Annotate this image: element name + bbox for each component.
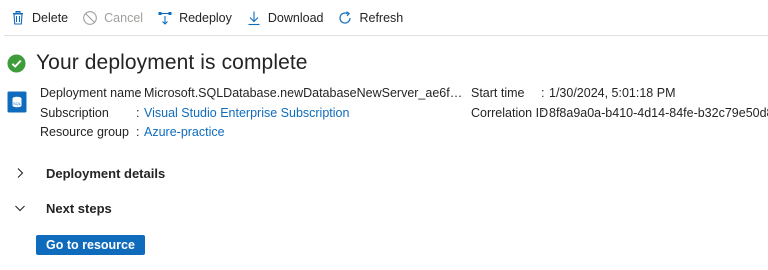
- deployment-name-value: Microsoft.SQLDatabase.newDatabaseNewServ…: [144, 86, 466, 100]
- refresh-icon: [337, 10, 353, 26]
- prop-row-correlation-id: Correlation ID : 8f8a9a0a-b410-4d14-84fe…: [471, 104, 768, 124]
- download-button[interactable]: Download: [246, 4, 324, 32]
- chevron-right-icon: [14, 167, 26, 179]
- refresh-button[interactable]: Refresh: [337, 4, 403, 32]
- start-time-value: 1/30/2024, 5:01:18 PM: [549, 86, 676, 100]
- deployment-properties-right: Start time : 1/30/2024, 5:01:18 PM Corre…: [471, 84, 768, 123]
- chevron-down-icon: [14, 202, 26, 214]
- redeploy-icon: [157, 10, 173, 26]
- prop-row-deployment-name: Deployment name : Microsoft.SQLDatabase.…: [40, 84, 466, 104]
- download-button-label: Download: [267, 11, 324, 25]
- delete-button[interactable]: Delete: [10, 4, 68, 32]
- subscription-link[interactable]: Visual Studio Enterprise Subscription: [144, 104, 349, 124]
- go-to-resource-button[interactable]: Go to resource: [36, 235, 145, 255]
- separator: :: [541, 105, 545, 120]
- separator: :: [136, 86, 140, 100]
- subscription-label: Subscription: [40, 105, 109, 120]
- resource-group-link[interactable]: Azure-practice: [144, 123, 225, 143]
- refresh-button-label: Refresh: [359, 11, 404, 25]
- next-steps-label: Next steps: [46, 200, 112, 216]
- delete-button-label: Delete: [32, 11, 69, 25]
- separator: :: [136, 125, 140, 139]
- check-circle-icon: [7, 53, 26, 73]
- toolbar-divider: [4, 35, 768, 36]
- deployment-properties: Deployment name : Microsoft.SQLDatabase.…: [40, 84, 466, 143]
- page-title: Your deployment is complete: [36, 51, 308, 74]
- separator: :: [136, 105, 140, 120]
- redeploy-button-label: Redeploy: [179, 11, 232, 25]
- sql-database-icon: SQL: [7, 91, 27, 113]
- correlation-id-label: Correlation ID: [471, 105, 549, 120]
- correlation-id-value: 8f8a9a0a-b410-4d14-84fe-b32c79e50d8f: [549, 105, 768, 120]
- prop-row-start-time: Start time : 1/30/2024, 5:01:18 PM: [471, 84, 768, 104]
- cancel-circle-icon: [82, 10, 98, 26]
- deployment-status-header: Your deployment is complete: [7, 51, 308, 75]
- deployment-name-label: Deployment name: [40, 86, 142, 100]
- start-time-label: Start time: [471, 86, 525, 100]
- redeploy-button[interactable]: Redeploy: [157, 4, 232, 32]
- cancel-button-label: Cancel: [104, 11, 144, 25]
- deployment-details-toggle[interactable]: Deployment details: [14, 162, 165, 184]
- deployment-details-label: Deployment details: [46, 165, 166, 181]
- cancel-button[interactable]: Cancel: [82, 4, 143, 32]
- trash-icon: [10, 10, 26, 26]
- next-steps-toggle[interactable]: Next steps: [14, 197, 112, 219]
- separator: :: [541, 86, 545, 100]
- svg-text:SQL: SQL: [13, 101, 22, 106]
- prop-row-subscription: Subscription : Visual Studio Enterprise …: [40, 104, 466, 124]
- download-icon: [246, 10, 262, 26]
- prop-row-resource-group: Resource group : Azure-practice: [40, 123, 466, 143]
- command-bar: Delete Cancel Redeploy Download Refresh: [0, 0, 768, 36]
- resource-group-label: Resource group: [40, 125, 129, 139]
